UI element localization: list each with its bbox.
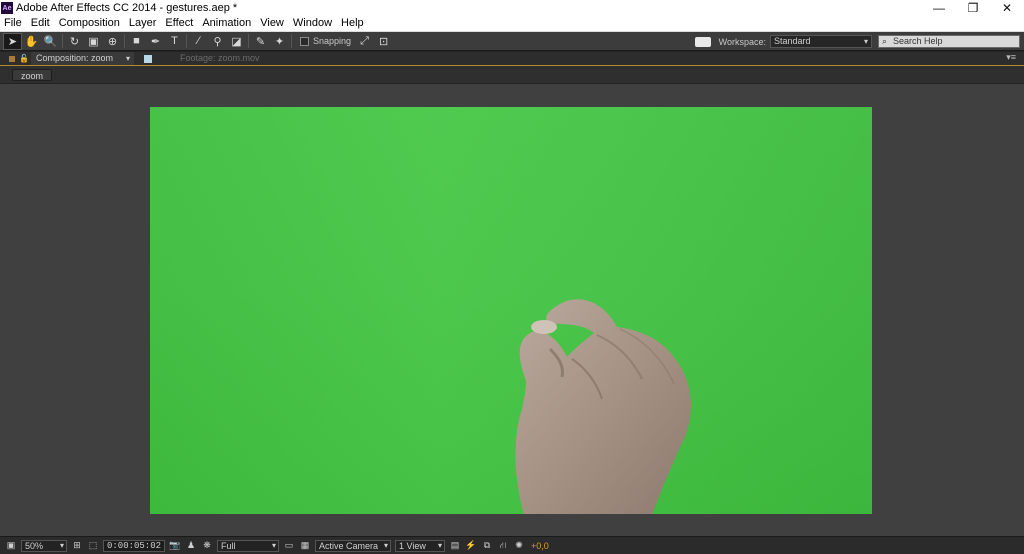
snapshot-camera-icon[interactable]: 📷 — [168, 540, 182, 552]
hand-tool-icon[interactable]: ✋ — [22, 33, 41, 50]
tab-composition-label: Composition: zoom — [36, 53, 114, 63]
menu-edit[interactable]: Edit — [27, 16, 55, 31]
tool-group: ➤ ✋ 🔍 ↻ ▣ ⊕ ■ ✒ T ∕ ⚲ ◪ ✎ ✦ — [3, 32, 289, 50]
clone-stamp-tool-icon[interactable]: ⚲ — [208, 33, 227, 50]
toolbar-divider — [186, 34, 187, 48]
snapping-options-icon[interactable]: ⤢ — [355, 33, 374, 50]
pen-tool-icon[interactable]: ✒ — [146, 33, 165, 50]
grid-guides-icon[interactable]: ⊞ — [70, 540, 84, 552]
search-help-input[interactable]: ⌕ Search Help — [878, 35, 1020, 48]
tab-footage-label: Footage: zoom.mov — [180, 53, 260, 63]
snapping-label: Snapping — [313, 36, 352, 46]
pan-behind-tool-icon[interactable]: ⊕ — [103, 33, 122, 50]
puppet-pin-tool-icon[interactable]: ✦ — [270, 33, 289, 50]
show-snapshot-icon[interactable]: ♟ — [184, 540, 198, 552]
breadcrumb[interactable]: zoom — [12, 69, 53, 81]
composition-navigator: zoom — [0, 66, 1024, 83]
workspace-select[interactable]: Standard ▾ — [770, 35, 872, 48]
chevron-down-icon: ▾ — [125, 54, 130, 63]
rectangle-tool-icon[interactable]: ■ — [127, 33, 146, 50]
menu-bar: File Edit Composition Layer Effect Anima… — [0, 16, 1024, 32]
lock-icon[interactable]: 🔓 — [19, 54, 29, 64]
menu-animation[interactable]: Animation — [198, 16, 256, 31]
workspace-value: Standard — [774, 36, 811, 46]
camera-tool-icon[interactable]: ▣ — [84, 33, 103, 50]
toolbar-divider — [62, 34, 63, 48]
chevron-down-icon: ▾ — [438, 540, 443, 550]
exposure-value[interactable]: +0,0 — [531, 541, 549, 551]
toolbar-divider — [291, 34, 292, 48]
composition-panel-tabs: 🔓 Composition: zoom ▾ Footage: zoom.mov … — [0, 52, 1024, 66]
flowchart-icon[interactable]: ⛙ — [496, 540, 510, 552]
search-icon: ⌕ — [882, 36, 888, 46]
rotate-tool-icon[interactable]: ↻ — [65, 33, 84, 50]
menu-effect[interactable]: Effect — [161, 16, 198, 31]
tab-footage[interactable]: Footage: zoom.mov — [152, 52, 265, 65]
restore-button[interactable]: ❐ — [956, 0, 990, 16]
workspace-label: Workspace: — [718, 36, 766, 47]
eraser-tool-icon[interactable]: ◪ — [227, 33, 246, 50]
composition-viewer[interactable] — [0, 84, 1024, 536]
vr-toggle-icon[interactable] — [694, 36, 711, 47]
minimize-button[interactable]: — — [922, 0, 956, 16]
menu-layer[interactable]: Layer — [125, 16, 162, 31]
always-preview-icon[interactable]: ▣ — [4, 540, 18, 552]
menu-composition[interactable]: Composition — [55, 16, 125, 31]
current-time-display[interactable]: 0:00:05:02 — [103, 539, 166, 552]
selection-tool-icon[interactable]: ➤ — [3, 32, 22, 50]
roto-brush-tool-icon[interactable]: ✎ — [251, 33, 270, 50]
panel-menu-icon[interactable]: ▾≡ — [1006, 52, 1016, 63]
zoom-tool-icon[interactable]: 🔍 — [41, 33, 60, 50]
window-title: Adobe After Effects CC 2014 - gestures.a… — [16, 2, 238, 14]
window-controls: — ❐ ✕ — [922, 0, 1024, 16]
menu-help[interactable]: Help — [337, 16, 369, 31]
magnification-select[interactable]: 50% ▾ — [21, 539, 67, 552]
view-layout-value: 1 View — [399, 540, 426, 551]
menu-file[interactable]: File — [0, 16, 27, 31]
snap-feature-icon[interactable]: ⊡ — [374, 33, 393, 50]
hand-gesture-image — [515, 299, 691, 514]
toolbar-divider — [124, 34, 125, 48]
close-button[interactable]: ✕ — [990, 0, 1024, 16]
search-placeholder: Search Help — [893, 36, 943, 46]
tab-composition[interactable]: Composition: zoom ▾ — [31, 52, 134, 65]
chevron-down-icon: ▾ — [863, 37, 868, 46]
tools-toolbar: ➤ ✋ 🔍 ↻ ▣ ⊕ ■ ✒ T ∕ ⚲ ◪ ✎ ✦ Snapping ⤢ ⊡ Workspace: S… — [0, 32, 1024, 51]
chevron-down-icon: ▾ — [272, 540, 277, 550]
camera-view-select[interactable]: Active Camera ▾ — [315, 539, 392, 552]
color-channels-icon[interactable]: ❋ — [200, 540, 214, 552]
magnification-value: 50% — [25, 540, 44, 551]
region-of-interest-icon[interactable]: ▭ — [282, 540, 296, 552]
chevron-down-icon: ▾ — [384, 540, 389, 550]
menu-window[interactable]: Window — [289, 16, 337, 31]
view-layout-select[interactable]: 1 View ▾ — [395, 539, 446, 552]
footage-color-icon — [144, 54, 152, 63]
workspace-area: Workspace: Standard ▾ ⌕ Search Help — [694, 33, 1020, 50]
viewer-status-bar: ▣ 50% ▾ ⊞ ⬚ 0:00:05:02 📷 ♟ ❋ Full ▾ ▭ ▦ … — [0, 536, 1024, 554]
fast-previews-icon[interactable]: ⚡ — [464, 540, 478, 552]
reset-exposure-icon[interactable]: ✺ — [512, 540, 526, 552]
camera-view-value: Active Camera — [319, 540, 379, 551]
type-tool-icon[interactable]: T — [165, 33, 184, 50]
panel-close-icon[interactable] — [9, 55, 15, 62]
toggle-pixel-aspect-icon[interactable]: ▤ — [448, 540, 462, 552]
brush-tool-icon[interactable]: ∕ — [189, 33, 208, 50]
resolution-value: Full — [221, 540, 236, 551]
toolbar-divider — [248, 34, 249, 48]
menu-view[interactable]: View — [256, 16, 289, 31]
after-effects-logo-icon: Ae — [1, 2, 13, 14]
transparency-grid-icon[interactable]: ▦ — [298, 540, 312, 552]
resolution-select[interactable]: Full ▾ — [217, 539, 280, 552]
snapping-checkbox[interactable] — [300, 36, 309, 46]
chevron-down-icon: ▾ — [59, 540, 64, 550]
mask-visibility-icon[interactable]: ⬚ — [86, 540, 100, 552]
title-bar: Ae Adobe After Effects CC 2014 - gesture… — [0, 0, 1024, 16]
video-frame[interactable] — [150, 107, 872, 514]
timeline-icon[interactable]: ⧉ — [480, 540, 494, 552]
